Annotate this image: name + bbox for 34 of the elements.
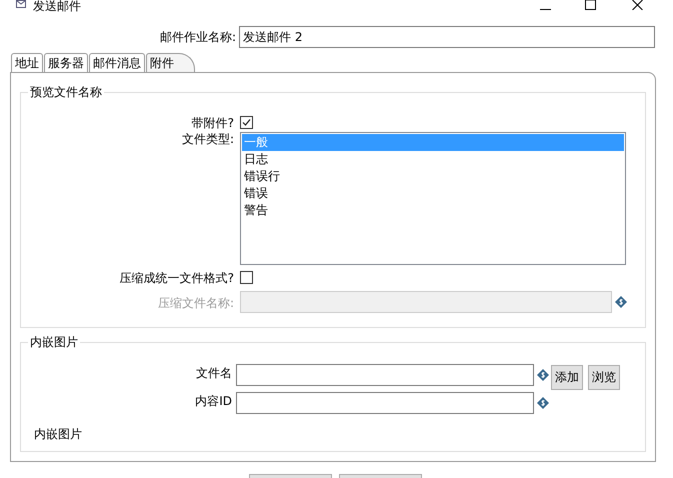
field-label: 压缩文件名称: [156,296,234,310]
list-item[interactable]: 错误 [242,185,624,202]
maximize-icon[interactable] [585,0,596,10]
field-label: 带附件? [190,116,234,130]
section-label: 内嵌图片 [34,426,83,443]
tab[interactable]: 地址 [11,53,43,72]
list-item[interactable]: 警告 [242,202,624,219]
list-item[interactable]: 错误行 [242,168,624,185]
variable-icon[interactable] [537,397,549,409]
action-button[interactable]: 浏览 [588,365,620,390]
field-label: 内容ID [194,394,232,408]
window-title: 发送邮件 [33,0,81,13]
close-icon[interactable] [632,0,643,10]
group-title: 内嵌图片 [28,335,80,349]
variable-icon[interactable] [615,296,627,308]
tab[interactable]: 邮件消息 [89,53,145,72]
job-name-field[interactable]: 发送邮件 2 [239,26,655,48]
zip-checkbox[interactable] [240,271,253,284]
mail-icon [16,0,26,8]
zip-name-field[interactable] [240,291,612,313]
attachment-checkbox[interactable] [240,116,253,129]
group-title: 预览文件名称 [28,85,104,99]
field-label: 文件类型: [180,132,234,146]
action-button[interactable]: 添加 [551,365,583,390]
input-field[interactable] [236,364,534,386]
input-field[interactable] [236,392,534,414]
variable-icon[interactable] [537,369,549,381]
field-label: 压缩成统一文件格式? [118,271,234,285]
tab[interactable]: 附件 [146,53,195,72]
list-item[interactable]: 日志 [242,151,624,168]
field-label: 文件名 [195,366,232,380]
tab[interactable]: 服务器 [44,53,88,72]
file-type-list[interactable]: 一般 日志 错误行 错误 警告 [240,132,626,265]
job-name-label: 邮件作业名称: [158,28,236,46]
